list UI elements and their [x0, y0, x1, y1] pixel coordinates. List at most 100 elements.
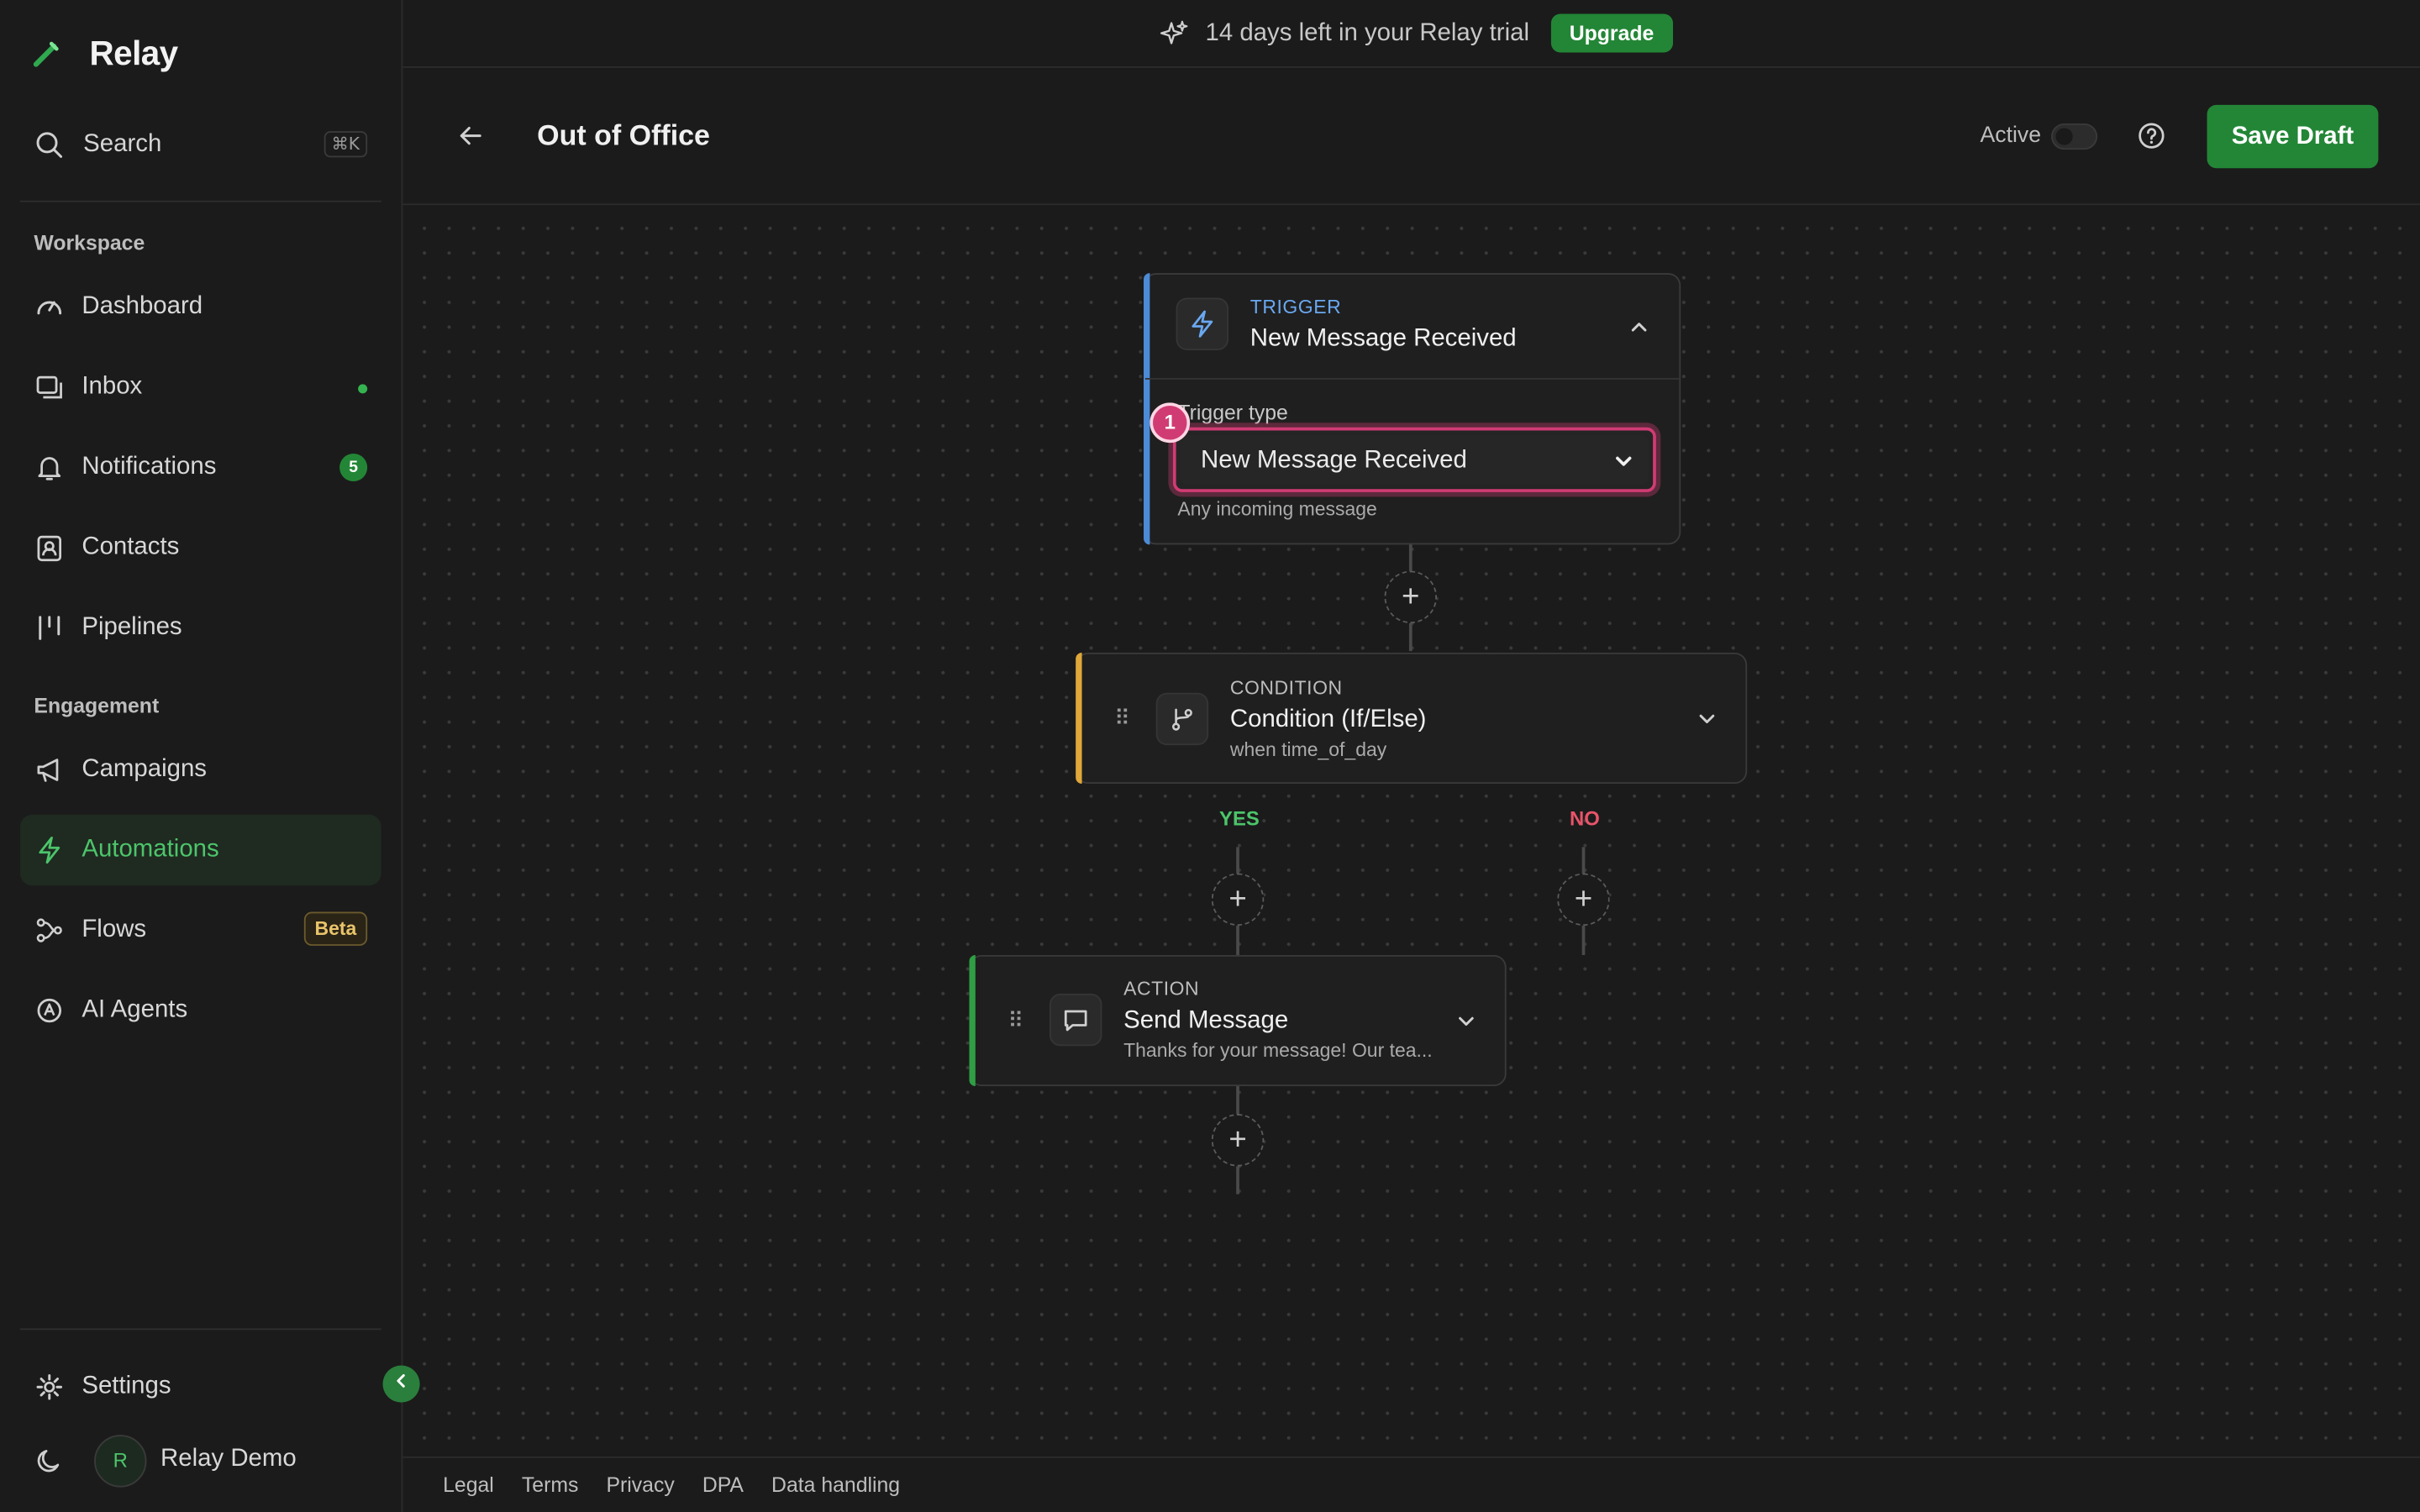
step-marker: 1: [1150, 402, 1191, 444]
card-title: New Message Received: [1249, 325, 1517, 352]
moon-icon: [34, 1446, 65, 1477]
card-accent: [969, 954, 976, 1087]
sidebar-item-notifications[interactable]: Notifications 5: [20, 432, 381, 502]
sidebar-item-label: Dashboard: [82, 292, 203, 320]
megaphone-icon: [34, 754, 65, 785]
flow-canvas[interactable]: + + + + TRIGGER New Message Received Tri…: [402, 207, 2420, 1457]
gauge-icon: [34, 291, 65, 323]
arrow-left-icon: [455, 120, 487, 151]
help-circle-icon: [2136, 120, 2167, 151]
unread-dot: [358, 384, 368, 394]
card-accent: [1144, 273, 1150, 545]
sidebar-item-inbox[interactable]: Inbox: [20, 352, 381, 423]
search-icon: [34, 129, 65, 160]
plus-icon: +: [1228, 881, 1247, 916]
page-header: Out of Office Active Save Draft: [402, 69, 2420, 206]
trigger-type-select[interactable]: New Message Received: [1172, 427, 1656, 492]
add-step-yes-button[interactable]: +: [1211, 873, 1265, 927]
expand-card-button[interactable]: [1691, 704, 1723, 743]
sidebar-divider: [19, 1328, 381, 1331]
sidebar-item-label: Pipelines: [82, 614, 182, 641]
help-button[interactable]: [2136, 120, 2167, 159]
sidebar: Relay Search ⌘K Workspace Dashboard Inbo…: [0, 0, 403, 1512]
contacts-icon: [34, 533, 65, 564]
trial-text: 14 days left in your Relay trial: [1205, 18, 1529, 46]
footer-link-privacy[interactable]: Privacy: [606, 1473, 674, 1497]
footer-link-terms[interactable]: Terms: [522, 1473, 579, 1497]
card-type-label: TRIGGER: [1249, 296, 1342, 318]
back-button[interactable]: [455, 120, 487, 159]
condition-card[interactable]: ⠿ CONDITION Condition (If/Else) when tim…: [1076, 652, 1748, 785]
sidebar-item-campaigns[interactable]: Campaigns: [20, 734, 381, 805]
bell-icon: [34, 452, 65, 483]
pipelines-icon: [34, 612, 65, 643]
sidebar-item-automations[interactable]: Automations: [19, 814, 381, 886]
app-logo[interactable]: Relay: [31, 34, 178, 74]
action-card[interactable]: ⠿ ACTION Send Message Thanks for your me…: [969, 954, 1507, 1087]
sidebar-divider: [19, 200, 381, 202]
footer-link-data-handling[interactable]: Data handling: [771, 1473, 900, 1497]
yes-branch-label: YES: [1219, 806, 1260, 831]
user-name[interactable]: Relay Demo: [160, 1446, 297, 1473]
add-step-button[interactable]: +: [1211, 1114, 1265, 1167]
sidebar-item-settings[interactable]: Settings: [20, 1352, 381, 1422]
sidebar-item-label: Campaigns: [82, 756, 208, 783]
sidebar-item-dashboard[interactable]: Dashboard: [20, 271, 381, 342]
chevron-down-icon: [1451, 1006, 1482, 1037]
drag-handle-icon[interactable]: ⠿: [1007, 1009, 1023, 1031]
action-icon-box: [1049, 993, 1102, 1047]
card-subtitle: Thanks for your message! Our tea...: [1123, 1039, 1433, 1062]
collapse-card-button[interactable]: [1623, 312, 1655, 350]
lightning-icon: [1186, 308, 1218, 339]
sidebar-item-flows[interactable]: Flows Beta: [20, 895, 381, 965]
footer-link-legal[interactable]: Legal: [443, 1473, 494, 1497]
save-draft-button[interactable]: Save Draft: [2207, 104, 2379, 169]
sidebar-item-label: Settings: [82, 1373, 171, 1399]
ai-agent-icon: [34, 995, 65, 1026]
drag-handle-icon[interactable]: ⠿: [1114, 706, 1130, 728]
card-title: Send Message: [1123, 1007, 1289, 1034]
add-step-no-button[interactable]: +: [1557, 873, 1610, 927]
add-step-button[interactable]: +: [1384, 570, 1438, 624]
trigger-type-value: New Message Received: [1200, 447, 1467, 474]
chevron-down-icon: [1691, 704, 1723, 735]
card-title: Condition (If/Else): [1229, 706, 1427, 733]
app-name: Relay: [89, 34, 179, 73]
relay-logo-icon: [31, 39, 62, 70]
expand-card-button[interactable]: [1451, 1006, 1482, 1045]
trigger-card[interactable]: TRIGGER New Message Received Trigger typ…: [1144, 273, 1681, 545]
active-toggle[interactable]: [2051, 123, 2098, 150]
search-label: Search: [83, 131, 162, 158]
section-workspace: Workspace: [34, 231, 145, 255]
message-icon: [1060, 1005, 1092, 1036]
branch-icon: [1167, 704, 1198, 735]
upgrade-button[interactable]: Upgrade: [1550, 13, 1673, 53]
notification-count-badge: 5: [339, 454, 368, 482]
card-type-label: ACTION: [1123, 978, 1200, 1000]
sidebar-item-pipelines[interactable]: Pipelines: [20, 592, 381, 663]
sidebar-item-contacts[interactable]: Contacts: [20, 512, 381, 583]
collapse-sidebar-button[interactable]: [382, 1365, 420, 1403]
search-button[interactable]: Search ⌘K: [20, 118, 381, 173]
beta-badge: Beta: [303, 911, 368, 946]
card-subtitle: when time_of_day: [1229, 738, 1387, 761]
section-engagement: Engagement: [34, 694, 160, 718]
flows-icon: [34, 915, 65, 946]
plus-icon: +: [1574, 881, 1593, 916]
avatar[interactable]: R: [94, 1435, 147, 1488]
trial-banner: 14 days left in your Relay trial Upgrade: [402, 0, 2420, 68]
sidebar-item-label: AI Agents: [82, 996, 188, 1023]
footer-link-dpa[interactable]: DPA: [702, 1473, 744, 1497]
chevron-up-icon: [1623, 312, 1655, 343]
search-shortcut: ⌘K: [324, 131, 368, 158]
plus-icon: +: [1402, 579, 1420, 614]
sidebar-item-label: Notifications: [82, 454, 217, 480]
chevron-left-icon: [392, 1370, 411, 1398]
sidebar-item-label: Flows: [82, 916, 147, 943]
trigger-settings: Trigger type 1 New Message Received Any …: [1144, 378, 1680, 520]
sidebar-item-label: Contacts: [82, 533, 180, 560]
lightning-icon: [34, 835, 65, 866]
sidebar-item-ai-agents[interactable]: AI Agents: [20, 975, 381, 1046]
sidebar-item-label: Inbox: [82, 373, 143, 400]
theme-toggle[interactable]: [34, 1446, 65, 1484]
